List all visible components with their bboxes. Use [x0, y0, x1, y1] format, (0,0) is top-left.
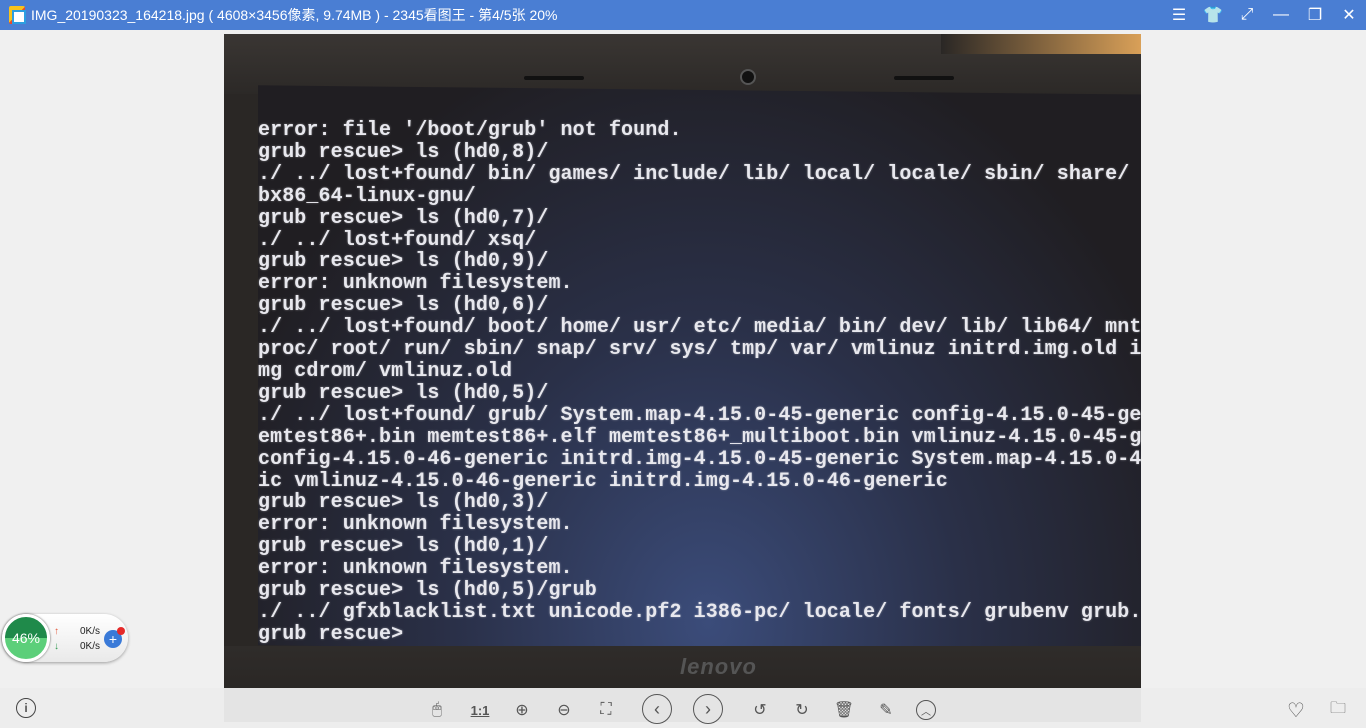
rotate-left-icon[interactable]: ↺	[748, 698, 772, 722]
terminal-line: error: file '/boot/grub' not found.	[258, 119, 682, 142]
next-image-button[interactable]: ›	[693, 694, 723, 724]
terminal-line: bx86_64-linux-gnu/	[258, 184, 476, 208]
terminal-line: ic vmlinuz-4.15.0-46-generic initrd.img-…	[258, 469, 948, 493]
restore-icon[interactable]: ❐	[1298, 0, 1332, 30]
info-button[interactable]: i	[16, 698, 36, 718]
terminal-line: grub rescue> ls (hd0,7)/	[258, 206, 549, 230]
rotate-right-icon[interactable]: ↻	[790, 698, 814, 722]
zoom-out-icon[interactable]: ⊖	[552, 698, 576, 722]
bottom-toolbar	[0, 688, 1366, 728]
terminal-line: error: unknown filesystem.	[258, 557, 573, 581]
terminal-line: emtest86+.bin memtest86+.elf memtest86+_…	[258, 425, 1141, 449]
terminal-line: grub rescue> ls (hd0,6)/	[258, 294, 549, 318]
webcam	[740, 69, 756, 85]
window-title: IMG_20190323_164218.jpg ( 4608×3456像素, 9…	[31, 7, 558, 23]
terminal-line: grub rescue> ls (hd0,8)/	[258, 140, 549, 164]
terminal-line: grub rescue> ls (hd0,3)/	[258, 491, 549, 515]
terminal-line: mg cdrom/ vmlinuz.old	[258, 359, 513, 383]
terminal-line: ./ ../ gfxblacklist.txt unicode.pf2 i386…	[258, 600, 1141, 624]
terminal-line: grub rescue>	[258, 622, 404, 646]
memory-usage-ball[interactable]: 46%	[2, 614, 50, 662]
open-folder-icon[interactable]: 🗀	[1326, 698, 1350, 722]
zoom-in-icon[interactable]: ⊕	[510, 698, 534, 722]
close-icon[interactable]: ✕	[1332, 0, 1366, 30]
mouse-mode-icon[interactable]: 🖱	[425, 698, 449, 722]
more-up-icon[interactable]: ︿	[916, 700, 936, 720]
terminal-line: ./ ../ lost+found/ boot/ home/ usr/ etc/…	[258, 316, 1141, 340]
plus-icon[interactable]: +	[104, 627, 125, 648]
download-speed: 0K/s	[80, 641, 101, 652]
terminal-line: grub rescue> ls (hd0,1)/	[258, 535, 549, 559]
fullscreen-icon[interactable]: ⤢	[1230, 0, 1264, 30]
terminal-line: proc/ root/ run/ sbin/ snap/ srv/ sys/ t…	[258, 338, 1141, 362]
skin-icon[interactable]: 👕	[1196, 0, 1230, 30]
terminal-line: grub rescue> ls (hd0,9)/	[258, 250, 549, 274]
terminal-line: ./ ../ lost+found/ grub/ System.map-4.15…	[258, 403, 1141, 427]
terminal-line: ./ ../ lost+found/ xsq/	[258, 228, 537, 252]
actual-size-button[interactable]: 1:1	[468, 698, 492, 722]
terminal-line: grub rescue> ls (hd0,5)/grub	[258, 579, 597, 603]
terminal-line: grub rescue> ls (hd0,5)/	[258, 381, 549, 405]
terminal-line: error: unknown filesystem.	[258, 513, 573, 537]
minimize-icon[interactable]: —	[1264, 0, 1298, 30]
app-logo-icon	[9, 6, 26, 24]
slideshow-icon[interactable]: ⛶	[594, 698, 618, 722]
download-arrow-icon: ↓	[54, 641, 59, 652]
edit-icon[interactable]: ✎	[874, 698, 898, 722]
terminal-line: error: unknown filesystem.	[258, 272, 573, 296]
previous-image-button[interactable]: ‹	[642, 694, 672, 724]
photo-view[interactable]: error: file '/boot/grub' not found. grub …	[224, 34, 1141, 722]
terminal-line: ./ ../ lost+found/ bin/ games/ include/ …	[258, 162, 1141, 186]
favorite-heart-icon[interactable]: ♡	[1284, 698, 1308, 722]
terminal-text: error: file '/boot/grub' not found. grub …	[258, 120, 1141, 646]
network-speed-widget[interactable]: 46% ↑ ↓ 0K/s 0K/s +	[2, 614, 128, 662]
upload-arrow-icon: ↑	[54, 626, 59, 637]
menu-icon[interactable]: ☰	[1162, 0, 1196, 30]
delete-icon[interactable]: 🗑	[832, 698, 856, 722]
title-bar: IMG_20190323_164218.jpg ( 4608×3456像素, 9…	[0, 0, 1366, 30]
terminal-line: config-4.15.0-46-generic initrd.img-4.15…	[258, 447, 1141, 471]
upload-speed: 0K/s	[80, 626, 101, 637]
brand-logo: lenovo	[680, 654, 757, 679]
